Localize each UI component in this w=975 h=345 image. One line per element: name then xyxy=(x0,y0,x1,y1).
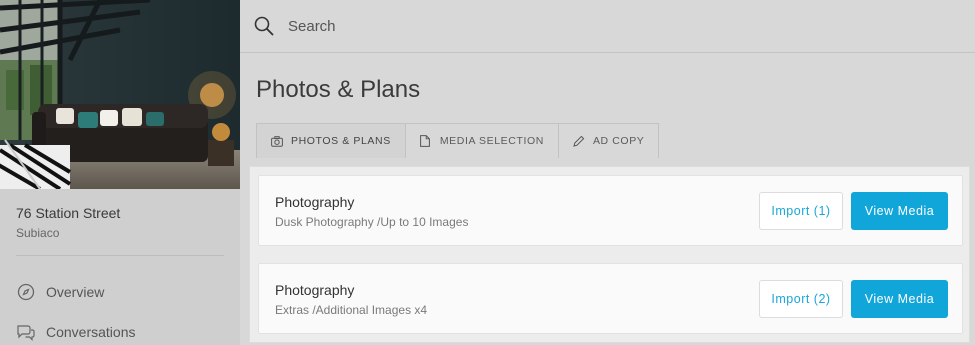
property-info: 76 Station Street Subiaco xyxy=(16,204,224,241)
view-media-button[interactable]: View Media xyxy=(851,192,948,230)
card-title: Photography xyxy=(275,194,355,210)
card-subtitle: Extras /Additional Images x4 xyxy=(275,303,428,317)
sidebar-item-label: Overview xyxy=(46,284,105,300)
tab-label: PHOTOS & PLANS xyxy=(291,135,391,147)
property-photo xyxy=(0,0,240,189)
sidebar-item-conversations[interactable]: Conversations xyxy=(16,321,136,343)
sidebar-item-overview[interactable]: Overview xyxy=(16,281,104,303)
search-icon[interactable] xyxy=(254,16,274,36)
compass-icon xyxy=(16,282,36,302)
card-subtitle: Dusk Photography /Up to 10 Images xyxy=(275,215,469,229)
pencil-icon xyxy=(573,135,585,147)
import-button[interactable]: Import (2) xyxy=(759,280,843,318)
main-content: Photos & Plans PHOTOS & PLANS MEDIA SELE… xyxy=(240,0,975,345)
tab-photos-plans[interactable]: PHOTOS & PLANS xyxy=(256,123,406,158)
page-title: Photos & Plans xyxy=(256,76,421,103)
sidebar-item-label: Conversations xyxy=(46,324,136,340)
card-title: Photography xyxy=(275,282,355,298)
tab-bar: PHOTOS & PLANS MEDIA SELECTION AD COPY xyxy=(256,123,660,158)
search-bar xyxy=(240,0,975,53)
tab-label: AD COPY xyxy=(592,135,645,147)
chat-bubbles-icon xyxy=(16,322,36,342)
property-address: 76 Station Street xyxy=(16,205,121,221)
search-input[interactable] xyxy=(288,15,888,37)
view-media-button[interactable]: View Media xyxy=(851,280,948,318)
tab-ad-copy[interactable]: AD COPY xyxy=(557,123,660,158)
sidebar-divider xyxy=(16,255,224,256)
tab-media-selection[interactable]: MEDIA SELECTION xyxy=(404,123,559,158)
property-suburb: Subiaco xyxy=(16,226,60,240)
media-card: Photography Dusk Photography /Up to 10 I… xyxy=(258,175,963,246)
media-panel: Photography Dusk Photography /Up to 10 I… xyxy=(249,166,970,343)
media-card: Photography Extras /Additional Images x4… xyxy=(258,263,963,334)
import-button[interactable]: Import (1) xyxy=(759,192,843,230)
camera-icon xyxy=(271,135,283,147)
tab-label: MEDIA SELECTION xyxy=(439,135,544,147)
document-icon xyxy=(419,135,432,147)
sidebar: 76 Station Street Subiaco Overview Conve… xyxy=(0,0,240,345)
